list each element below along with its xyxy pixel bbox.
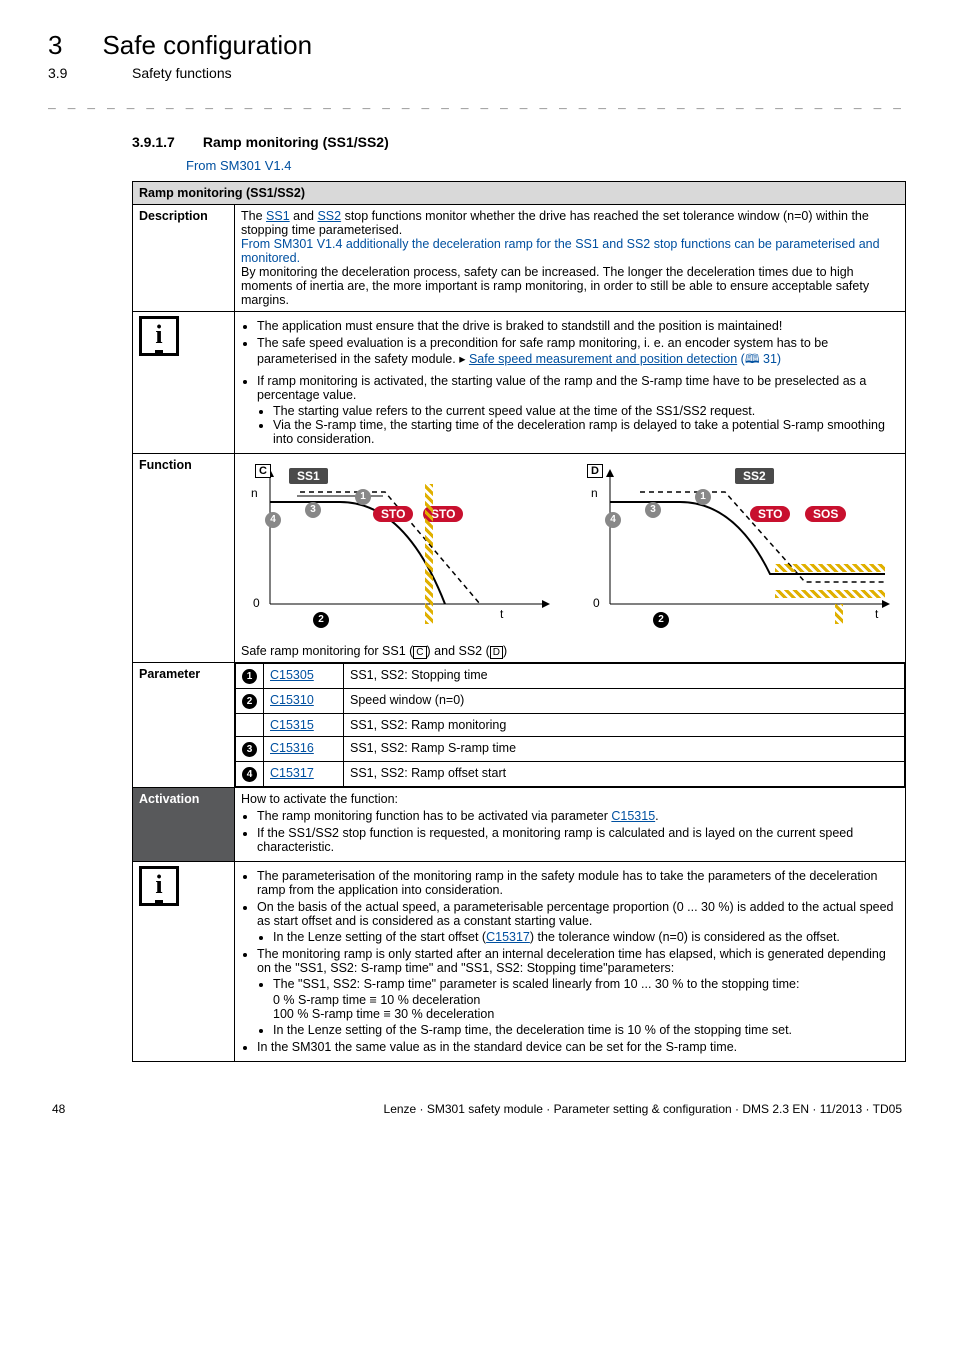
row-description-label: Description [133,205,235,312]
param-link[interactable]: C15317 [270,766,314,780]
info-table: Ramp monitoring (SS1/SS2) Description Th… [132,181,906,1062]
link-ss2[interactable]: SS2 [317,209,341,223]
diagram-caption: Safe ramp monitoring for SS1 (C) and SS2… [241,644,899,658]
table-row: 4C15317SS1, SS2: Ramp offset start [236,762,905,787]
info1-body: The application must ensure that the dri… [235,312,906,454]
row-function-label: Function [133,454,235,663]
table-row: C15315SS1, SS2: Ramp monitoring [236,714,905,737]
link-safe-speed[interactable]: Safe speed measurement and position dete… [469,352,737,366]
section-number: 3.9 [48,65,92,81]
table-row: 3C15316SS1, SS2: Ramp S-ramp time [236,737,905,762]
subsection-number: 3.9.1.7 [132,134,175,150]
row-parameter-label: Parameter [133,663,235,788]
info2-body: The parameterisation of the monitoring r… [235,862,906,1062]
main-content: 3.9.1.7 Ramp monitoring (SS1/SS2) From S… [132,134,906,1062]
param-link[interactable]: C15315 [270,718,314,732]
link-c15315[interactable]: C15315 [611,809,655,823]
row-function-body: C SS1 STO STO 1 3 4 2 n 0 t [235,454,906,663]
row-parameter-body: 1C15305SS1, SS2: Stopping time2C15310Spe… [235,663,906,788]
subsection-title: Ramp monitoring (SS1/SS2) [203,134,389,150]
diagram-ss2: D SS2 STO SOS 1 3 4 2 n 0 t [585,464,895,634]
table-title: Ramp monitoring (SS1/SS2) [133,182,906,205]
footer-text: Lenze · SM301 safety module · Parameter … [384,1102,902,1116]
page-number: 48 [52,1102,65,1116]
row-activation-body: How to activate the function: The ramp m… [235,788,906,862]
diagram-ss1: C SS1 STO STO 1 3 4 2 n 0 t [245,464,555,634]
link-c15317[interactable]: C15317 [486,930,530,944]
info-icon: i [139,316,179,356]
section-header: 3.9 Safety functions [48,65,906,81]
version-note: From SM301 V1.4 [186,158,906,173]
link-ss1[interactable]: SS1 [266,209,290,223]
chapter-number: 3 [48,30,62,61]
param-link[interactable]: C15310 [270,693,314,707]
row-activation-label: Activation [133,788,235,862]
table-row: 1C15305SS1, SS2: Stopping time [236,664,905,689]
info-icon-cell: i [133,312,235,454]
subsection-header: 3.9.1.7 Ramp monitoring (SS1/SS2) [132,134,906,150]
info-icon-cell-2: i [133,862,235,1062]
section-title: Safety functions [132,65,232,81]
chapter-title: Safe configuration [102,30,312,61]
param-link[interactable]: C15316 [270,741,314,755]
row-description-body: The SS1 and SS2 stop functions monitor w… [235,205,906,312]
info-icon: i [139,866,179,906]
page-footer: 48 Lenze · SM301 safety module · Paramet… [48,1102,906,1116]
param-link[interactable]: C15305 [270,668,314,682]
page-header: 3 Safe configuration [48,30,906,61]
divider: _ _ _ _ _ _ _ _ _ _ _ _ _ _ _ _ _ _ _ _ … [48,95,906,110]
table-row: 2C15310Speed window (n=0) [236,689,905,714]
